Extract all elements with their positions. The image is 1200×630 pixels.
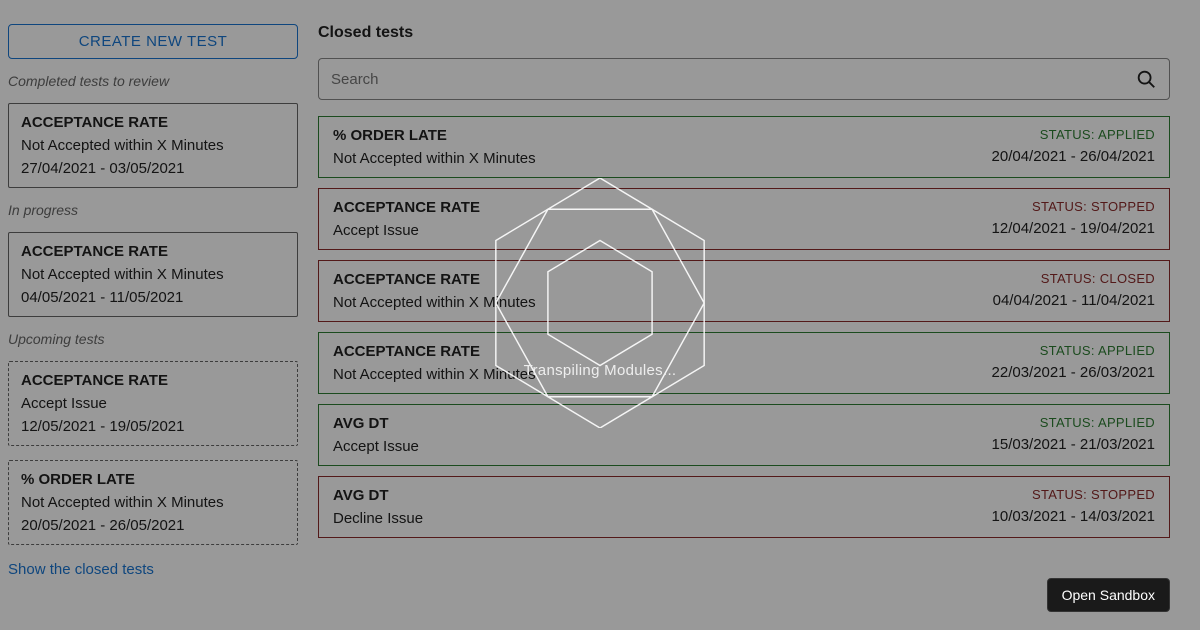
loading-overlay: Transpiling Modules... (0, 0, 1200, 630)
loading-text: Transpiling Modules... (524, 362, 677, 379)
open-sandbox-button[interactable]: Open Sandbox (1047, 578, 1170, 612)
spinner-icon (495, 178, 705, 428)
